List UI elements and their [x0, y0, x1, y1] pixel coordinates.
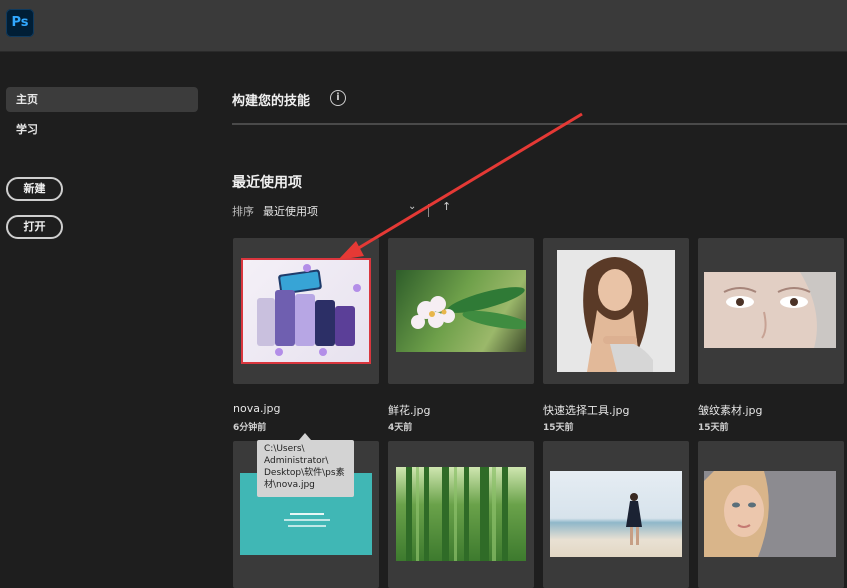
chevron-down-icon[interactable]: ⌄ [408, 201, 416, 212]
app-header: Ps [0, 0, 847, 52]
sort-direction-icon[interactable]: ↑ [442, 200, 451, 213]
sort-dropdown[interactable]: 最近使用项 [263, 203, 318, 219]
file-time: 4天前 [388, 423, 413, 433]
file-time: 15天前 [698, 423, 729, 433]
woman-portrait-image [583, 257, 653, 372]
file-name[interactable]: 鲜花.jpg [388, 402, 431, 418]
sort-label: 排序 [232, 205, 254, 218]
file-name[interactable]: nova.jpg [233, 402, 280, 415]
sidebar: 主页 学习 新建 打开 [0, 52, 210, 588]
file-thumbnail [704, 471, 836, 557]
file-thumbnail [557, 250, 675, 372]
file-name[interactable]: 快速选择工具.jpg [543, 402, 630, 418]
file-thumbnail [396, 467, 526, 561]
elderly-face-image [704, 272, 836, 348]
file-time: 15天前 [543, 423, 574, 433]
tooltip-pointer [299, 433, 311, 440]
blonde-woman-image [704, 471, 769, 557]
phones-image [257, 264, 361, 356]
recent-file-card[interactable] [388, 441, 534, 588]
recent-file-card[interactable] [698, 441, 844, 588]
new-button[interactable]: 新建 [6, 177, 63, 201]
flower-image [411, 287, 526, 330]
sort-divider [428, 204, 429, 217]
file-name[interactable]: 皱纹素材.jpg [698, 402, 763, 418]
recent-file-card[interactable] [543, 238, 689, 384]
info-icon[interactable]: i [330, 90, 346, 106]
bamboo-forest-image [406, 467, 508, 561]
recent-file-card[interactable] [698, 238, 844, 384]
file-time: 6分钟前 [233, 423, 267, 433]
file-thumbnail [704, 272, 836, 348]
divider [232, 123, 847, 125]
recent-file-card[interactable] [543, 441, 689, 588]
sidebar-item-home[interactable]: 主页 [6, 87, 198, 112]
open-button[interactable]: 打开 [6, 215, 63, 239]
beach-woman-image [626, 493, 642, 545]
file-path-tooltip: C:\Users\ Administrator\ Desktop\软件\ps素材… [257, 440, 354, 497]
recent-file-card[interactable] [388, 238, 534, 384]
skills-heading: 构建您的技能 [232, 94, 311, 109]
file-thumbnail [241, 258, 371, 364]
recent-heading: 最近使用项 [232, 175, 302, 191]
file-thumbnail [550, 471, 682, 557]
file-thumbnail [396, 270, 526, 352]
recent-file-card[interactable] [233, 238, 379, 384]
photoshop-logo[interactable]: Ps [6, 9, 34, 37]
sidebar-item-learn[interactable]: 学习 [6, 117, 198, 142]
